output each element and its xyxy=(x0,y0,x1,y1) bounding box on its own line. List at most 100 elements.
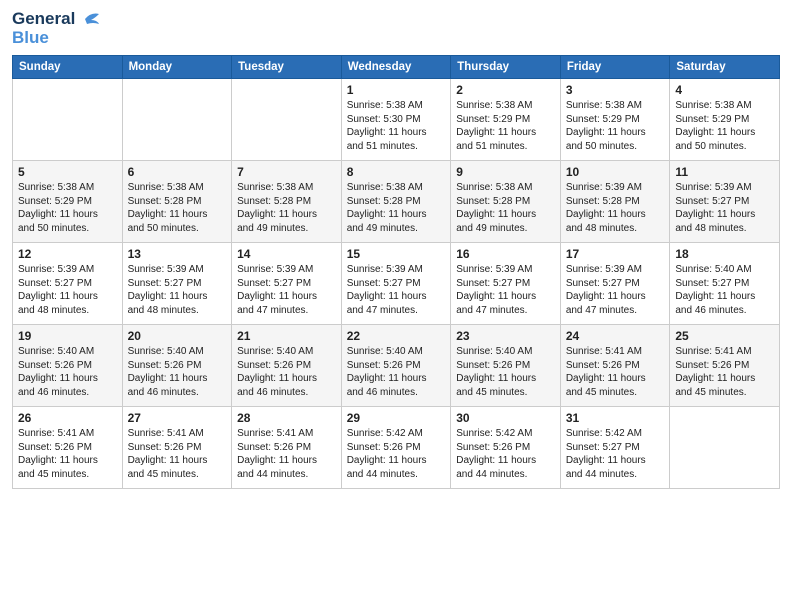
table-row: 25 Sunrise: 5:41 AM Sunset: 5:26 PM Dayli… xyxy=(670,325,780,407)
day-number: 4 xyxy=(675,83,774,97)
day-number: 17 xyxy=(566,247,665,261)
day-info: Sunrise: 5:41 AM Sunset: 5:26 PM Dayligh… xyxy=(237,427,336,481)
table-row: 12Sunrise: 5:39 AM Sunset: 5:27 PM Dayli… xyxy=(13,243,123,325)
day-info: Sunrise: 5:40 AM Sunset: 5:26 PM Dayligh… xyxy=(237,345,336,399)
day-of-week-sunday: Sunday xyxy=(13,56,123,79)
day-info: Sunrise: 5:42 AM Sunset: 5:27 PM Dayligh… xyxy=(566,427,665,481)
table-row: 11 Sunrise: 5:39 AM Sunset: 5:27 PM Dayli… xyxy=(670,161,780,243)
day-number: 13 xyxy=(128,247,227,261)
table-row: 5 Sunrise: 5:38 AM Sunset: 5:29 PM Daylig… xyxy=(13,161,123,243)
day-number: 31 xyxy=(566,411,665,425)
day-number: 22 xyxy=(347,329,446,343)
day-info: Sunrise: 5:38 AM Sunset: 5:29 PM Dayligh… xyxy=(675,99,774,153)
day-info: Sunrise: 5:38 AM Sunset: 5:28 PM Dayligh… xyxy=(456,181,555,235)
table-row: 7 Sunrise: 5:38 AM Sunset: 5:28 PM Daylig… xyxy=(232,161,342,243)
table-row: 22 Sunrise: 5:40 AM Sunset: 5:26 PM Dayli… xyxy=(341,325,451,407)
logo-general: General xyxy=(12,10,75,29)
day-info: Sunrise: 5:39 AM Sunset: 5:27 PM Dayligh… xyxy=(456,263,555,317)
table-row: 4 Sunrise: 5:38 AM Sunset: 5:29 PM Daylig… xyxy=(670,79,780,161)
day-number: 7 xyxy=(237,165,336,179)
day-number: 20 xyxy=(128,329,227,343)
table-row: 20 Sunrise: 5:40 AM Sunset: 5:26 PM Dayli… xyxy=(122,325,232,407)
table-row: 14Sunrise: 5:39 AM Sunset: 5:27 PM Dayli… xyxy=(232,243,342,325)
table-row: 2Sunrise: 5:38 AM Sunset: 5:29 PM Daylig… xyxy=(451,79,561,161)
day-info: Sunrise: 5:38 AM Sunset: 5:28 PM Dayligh… xyxy=(347,181,446,235)
day-info: Sunrise: 5:38 AM Sunset: 5:28 PM Dayligh… xyxy=(237,181,336,235)
day-number: 6 xyxy=(128,165,227,179)
table-row: 24 Sunrise: 5:41 AM Sunset: 5:26 PM Dayli… xyxy=(560,325,670,407)
table-row: 19 Sunrise: 5:40 AM Sunset: 5:26 PM Dayli… xyxy=(13,325,123,407)
day-number: 9 xyxy=(456,165,555,179)
day-of-week-monday: Monday xyxy=(122,56,232,79)
day-info: Sunrise: 5:40 AM Sunset: 5:26 PM Dayligh… xyxy=(128,345,227,399)
calendar-table: SundayMondayTuesdayWednesdayThursdayFrid… xyxy=(12,55,780,489)
day-info: Sunrise: 5:41 AM Sunset: 5:26 PM Dayligh… xyxy=(675,345,774,399)
day-number: 5 xyxy=(18,165,117,179)
day-info: Sunrise: 5:40 AM Sunset: 5:27 PM Dayligh… xyxy=(675,263,774,317)
day-info: Sunrise: 5:38 AM Sunset: 5:29 PM Dayligh… xyxy=(566,99,665,153)
day-number: 12 xyxy=(18,247,117,261)
day-info: Sunrise: 5:40 AM Sunset: 5:26 PM Dayligh… xyxy=(18,345,117,399)
day-info: Sunrise: 5:40 AM Sunset: 5:26 PM Dayligh… xyxy=(456,345,555,399)
day-of-week-friday: Friday xyxy=(560,56,670,79)
day-number: 30 xyxy=(456,411,555,425)
day-info: Sunrise: 5:42 AM Sunset: 5:26 PM Dayligh… xyxy=(347,427,446,481)
table-row: 10 Sunrise: 5:39 AM Sunset: 5:28 PM Dayli… xyxy=(560,161,670,243)
day-info: Sunrise: 5:38 AM Sunset: 5:28 PM Dayligh… xyxy=(128,181,227,235)
page-header: General Blue xyxy=(12,10,780,47)
day-number: 24 xyxy=(566,329,665,343)
table-row: 13 Sunrise: 5:39 AM Sunset: 5:27 PM Dayli… xyxy=(122,243,232,325)
day-info: Sunrise: 5:41 AM Sunset: 5:26 PM Dayligh… xyxy=(128,427,227,481)
day-number: 26 xyxy=(18,411,117,425)
day-info: Sunrise: 5:38 AM Sunset: 5:29 PM Dayligh… xyxy=(18,181,117,235)
day-number: 16 xyxy=(456,247,555,261)
table-row: 28 Sunrise: 5:41 AM Sunset: 5:26 PM Dayli… xyxy=(232,407,342,489)
day-info: Sunrise: 5:38 AM Sunset: 5:30 PM Dayligh… xyxy=(347,99,446,153)
table-row: 31 Sunrise: 5:42 AM Sunset: 5:27 PM Dayli… xyxy=(560,407,670,489)
table-row: 17 Sunrise: 5:39 AM Sunset: 5:27 PM Dayli… xyxy=(560,243,670,325)
table-row: 3 Sunrise: 5:38 AM Sunset: 5:29 PM Daylig… xyxy=(560,79,670,161)
table-row: 29 Sunrise: 5:42 AM Sunset: 5:26 PM Dayli… xyxy=(341,407,451,489)
day-info: Sunrise: 5:39 AM Sunset: 5:27 PM Dayligh… xyxy=(675,181,774,235)
day-number: 28 xyxy=(237,411,336,425)
table-row xyxy=(232,79,342,161)
table-row: 9 Sunrise: 5:38 AM Sunset: 5:28 PM Daylig… xyxy=(451,161,561,243)
table-row xyxy=(670,407,780,489)
day-number: 3 xyxy=(566,83,665,97)
day-info: Sunrise: 5:41 AM Sunset: 5:26 PM Dayligh… xyxy=(18,427,117,481)
day-info: Sunrise: 5:39 AM Sunset: 5:28 PM Dayligh… xyxy=(566,181,665,235)
logo: General Blue xyxy=(12,10,99,47)
table-row xyxy=(13,79,123,161)
logo-blue: Blue xyxy=(12,29,99,48)
table-row: 6 Sunrise: 5:38 AM Sunset: 5:28 PM Daylig… xyxy=(122,161,232,243)
day-info: Sunrise: 5:39 AM Sunset: 5:27 PM Dayligh… xyxy=(128,263,227,317)
day-info: Sunrise: 5:40 AM Sunset: 5:26 PM Dayligh… xyxy=(347,345,446,399)
day-number: 27 xyxy=(128,411,227,425)
table-row: 30Sunrise: 5:42 AM Sunset: 5:26 PM Dayli… xyxy=(451,407,561,489)
day-number: 11 xyxy=(675,165,774,179)
day-number: 21 xyxy=(237,329,336,343)
table-row: 1Sunrise: 5:38 AM Sunset: 5:30 PM Daylig… xyxy=(341,79,451,161)
day-of-week-tuesday: Tuesday xyxy=(232,56,342,79)
table-row xyxy=(122,79,232,161)
day-number: 18 xyxy=(675,247,774,261)
day-info: Sunrise: 5:38 AM Sunset: 5:29 PM Dayligh… xyxy=(456,99,555,153)
day-info: Sunrise: 5:41 AM Sunset: 5:26 PM Dayligh… xyxy=(566,345,665,399)
logo-text: General Blue xyxy=(12,10,99,47)
day-number: 25 xyxy=(675,329,774,343)
table-row: 23 Sunrise: 5:40 AM Sunset: 5:26 PM Dayli… xyxy=(451,325,561,407)
table-row: 26 Sunrise: 5:41 AM Sunset: 5:26 PM Dayli… xyxy=(13,407,123,489)
day-info: Sunrise: 5:39 AM Sunset: 5:27 PM Dayligh… xyxy=(237,263,336,317)
table-row: 15Sunrise: 5:39 AM Sunset: 5:27 PM Dayli… xyxy=(341,243,451,325)
day-number: 10 xyxy=(566,165,665,179)
day-info: Sunrise: 5:39 AM Sunset: 5:27 PM Dayligh… xyxy=(566,263,665,317)
day-of-week-saturday: Saturday xyxy=(670,56,780,79)
table-row: 8Sunrise: 5:38 AM Sunset: 5:28 PM Daylig… xyxy=(341,161,451,243)
day-number: 23 xyxy=(456,329,555,343)
day-number: 29 xyxy=(347,411,446,425)
day-of-week-wednesday: Wednesday xyxy=(341,56,451,79)
table-row: 18 Sunrise: 5:40 AM Sunset: 5:27 PM Dayli… xyxy=(670,243,780,325)
table-row: 16 Sunrise: 5:39 AM Sunset: 5:27 PM Dayli… xyxy=(451,243,561,325)
table-row: 21 Sunrise: 5:40 AM Sunset: 5:26 PM Dayli… xyxy=(232,325,342,407)
day-number: 19 xyxy=(18,329,117,343)
